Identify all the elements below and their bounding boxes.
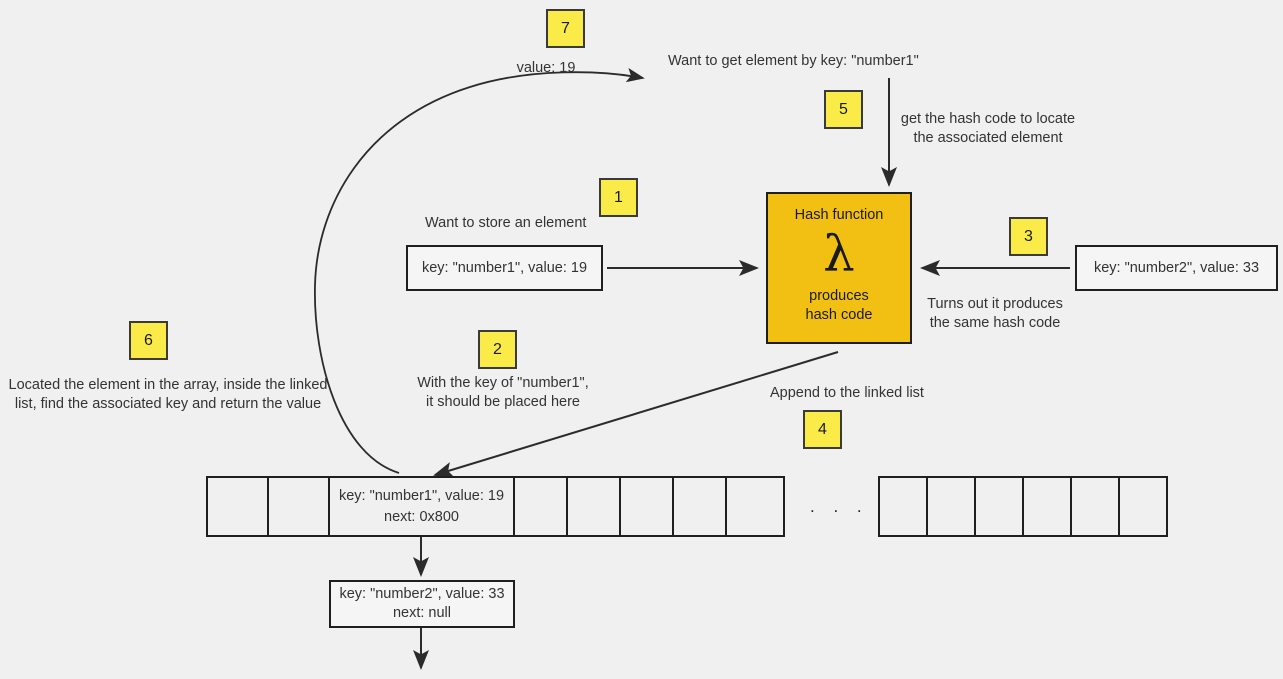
array-cell-r1 xyxy=(926,476,976,537)
label-append-linked-list: Append to the linked list xyxy=(770,385,924,401)
array-cell-r5 xyxy=(1118,476,1168,537)
array-cell-r0 xyxy=(878,476,928,537)
label-turns-out-same-hash: Turns out it produces the same hash code xyxy=(927,296,1063,331)
arrow-layer xyxy=(314,67,1070,670)
array-cell-6 xyxy=(672,476,727,537)
label-want-to-store: Want to store an element xyxy=(425,215,587,231)
array-cell-r3 xyxy=(1022,476,1072,537)
hash-function-box: Hash function λ produces hash code xyxy=(766,192,912,344)
step-badge-6: 6 xyxy=(129,321,168,360)
label-with-the-key: With the key of "number1", it should be … xyxy=(417,375,589,410)
step-badge-4: 4 xyxy=(803,410,842,449)
hash-function-title: Hash function xyxy=(794,207,884,223)
array-cell-2: key: "number1", value: 19 next: 0x800 xyxy=(328,476,515,537)
step-badge-3: 3 xyxy=(1009,217,1048,256)
array-cell-r2 xyxy=(974,476,1024,537)
step-badge-1: 1 xyxy=(599,178,638,217)
collide-entry-box: key: "number2", value: 33 xyxy=(1075,245,1278,291)
label-value-returned: value: 19 xyxy=(516,60,576,76)
array-cell-4 xyxy=(566,476,621,537)
collide-entry-text: key: "number2", value: 33 xyxy=(1093,259,1260,276)
label-get-hash-code: get the hash code to locate the associat… xyxy=(900,111,1076,146)
step-badge-5: 5 xyxy=(824,90,863,129)
diagram-canvas: 7 5 1 3 6 2 4 value: 19 Want to get elem… xyxy=(0,0,1283,679)
arrow-hash-to-array xyxy=(433,351,839,478)
linked-list-node-2-text: key: "number2", value: 33 next: null xyxy=(339,586,505,621)
array-cell-7 xyxy=(725,476,785,537)
store-entry-box: key: "number1", value: 19 xyxy=(406,245,603,291)
step-badge-7: 7 xyxy=(546,9,585,48)
array-cell-1 xyxy=(267,476,330,537)
hash-function-subtitle: produces hash code xyxy=(805,288,873,323)
step-badge-2: 2 xyxy=(478,330,517,369)
linked-list-node-2: key: "number2", value: 33 next: null xyxy=(329,580,515,628)
store-entry-text: key: "number1", value: 19 xyxy=(421,259,588,276)
array-cell-3 xyxy=(513,476,568,537)
label-located-element: Located the element in the array, inside… xyxy=(8,377,328,412)
array-cell-0 xyxy=(206,476,269,537)
array-cell-2-text: key: "number1", value: 19 next: 0x800 xyxy=(338,487,505,525)
label-want-to-get: Want to get element by key: "number1" xyxy=(668,53,919,69)
lambda-icon: λ xyxy=(823,225,855,283)
array-cell-5 xyxy=(619,476,674,537)
array-cell-r4 xyxy=(1070,476,1120,537)
